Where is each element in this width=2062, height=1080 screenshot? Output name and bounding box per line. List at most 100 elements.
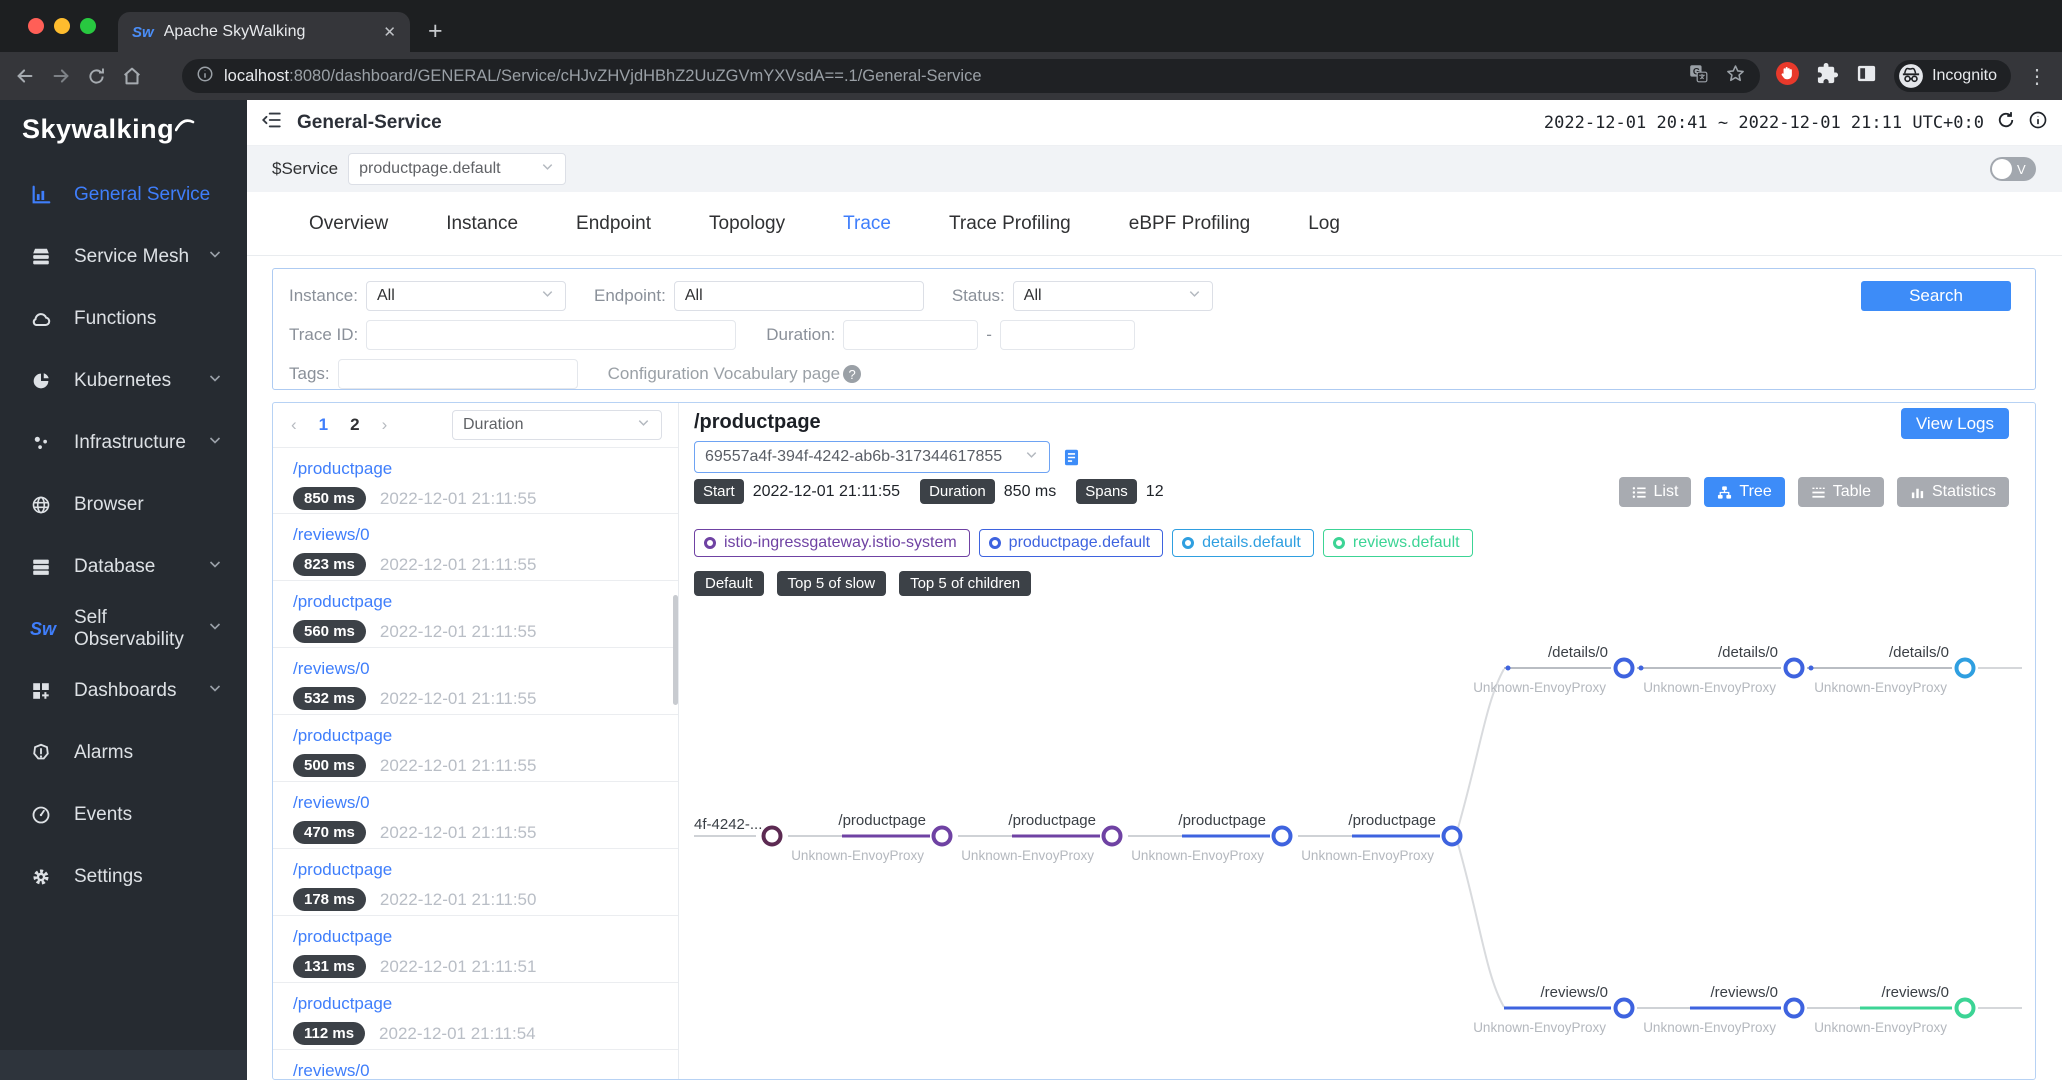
- trace-list-item[interactable]: /reviews/0823 ms2022-12-01 21:11:55: [273, 514, 678, 581]
- sort-select[interactable]: Duration: [452, 410, 662, 440]
- sidebar-item-self-observability[interactable]: SwSelf Observability: [0, 598, 247, 660]
- mode-top-5-of-children[interactable]: Top 5 of children: [899, 571, 1031, 596]
- browser-menu-icon[interactable]: ⋮: [2027, 64, 2048, 89]
- trace-span-node[interactable]: [1786, 660, 1803, 677]
- trace-id-select[interactable]: 69557a4f-394f-4242-ab6b-317344617855: [694, 441, 1050, 473]
- view-tree-button[interactable]: Tree: [1704, 477, 1784, 507]
- trace-list-item[interactable]: /productpage500 ms2022-12-01 21:11:55: [273, 715, 678, 782]
- trace-list-item[interactable]: /productpage178 ms2022-12-01 21:11:50: [273, 849, 678, 916]
- back-icon[interactable]: [14, 65, 36, 87]
- trace-list-item[interactable]: /reviews/0470 ms2022-12-01 21:11:55: [273, 782, 678, 849]
- tab-ebpf-profiling[interactable]: eBPF Profiling: [1129, 213, 1250, 235]
- window-zoom-button[interactable]: [80, 18, 96, 34]
- status-select[interactable]: All: [1013, 281, 1213, 311]
- incognito-badge[interactable]: Incognito: [1894, 60, 2011, 92]
- trace-endpoint-link[interactable]: /reviews/0: [293, 659, 678, 679]
- tab-trace-profiling[interactable]: Trace Profiling: [949, 213, 1071, 235]
- duration-min-input[interactable]: [843, 320, 978, 350]
- trace-span-node[interactable]: [1274, 828, 1291, 845]
- trace-endpoint-link[interactable]: /reviews/0: [293, 525, 678, 545]
- reload-icon[interactable]: [86, 66, 107, 87]
- tags-input[interactable]: [338, 359, 578, 389]
- trace-span-node[interactable]: [1444, 828, 1461, 845]
- trace-endpoint-link[interactable]: /reviews/0: [293, 1061, 678, 1079]
- side-panel-icon[interactable]: [1855, 62, 1878, 90]
- version-toggle[interactable]: V: [1990, 157, 2036, 181]
- vocabulary-link[interactable]: Configuration Vocabulary page: [608, 364, 841, 384]
- trace-list-item[interactable]: /reviews/0: [273, 1050, 678, 1079]
- forward-icon[interactable]: [50, 65, 72, 87]
- trace-endpoint-link[interactable]: /reviews/0: [293, 793, 678, 813]
- sidebar-item-browser[interactable]: Browser: [0, 474, 247, 536]
- tab-endpoint[interactable]: Endpoint: [576, 213, 651, 235]
- legend-chip-istio-ingressgateway-istio-system[interactable]: istio-ingressgateway.istio-system: [694, 529, 970, 557]
- mode-default[interactable]: Default: [694, 571, 764, 596]
- help-icon[interactable]: ?: [843, 365, 861, 383]
- sidebar-item-events[interactable]: Events: [0, 784, 247, 846]
- trace-span-node[interactable]: [934, 828, 951, 845]
- trace-endpoint-link[interactable]: /productpage: [293, 927, 678, 947]
- sidebar-item-alarms[interactable]: Alarms: [0, 722, 247, 784]
- translate-icon[interactable]: G: [1688, 63, 1709, 89]
- window-minimize-button[interactable]: [54, 18, 70, 34]
- extensions-puzzle-icon[interactable]: [1816, 62, 1839, 90]
- trace-span-node[interactable]: [1616, 660, 1633, 677]
- sidebar-item-functions[interactable]: Functions: [0, 288, 247, 350]
- trace-endpoint-link[interactable]: /productpage: [293, 726, 678, 746]
- list-scrollbar[interactable]: [673, 595, 678, 705]
- trace-endpoint-link[interactable]: /productpage: [293, 459, 678, 479]
- sidebar-item-dashboards[interactable]: Dashboards: [0, 660, 247, 722]
- view-list-button[interactable]: List: [1619, 477, 1692, 507]
- sidebar-footer[interactable]: [0, 1050, 247, 1080]
- sidebar-item-service-mesh[interactable]: Service Mesh: [0, 226, 247, 288]
- trace-id-input[interactable]: [366, 320, 736, 350]
- duration-max-input[interactable]: [1000, 320, 1135, 350]
- pager-page-2[interactable]: 2: [350, 415, 359, 435]
- service-select[interactable]: productpage.default: [348, 153, 566, 185]
- home-icon[interactable]: [121, 65, 143, 87]
- trace-span-node[interactable]: [1616, 1000, 1633, 1017]
- sidebar-item-infrastructure[interactable]: Infrastructure: [0, 412, 247, 474]
- site-info-icon[interactable]: [196, 65, 214, 88]
- search-button[interactable]: Search: [1861, 281, 2011, 311]
- copy-trace-id-icon[interactable]: [1062, 448, 1081, 467]
- trace-list-item[interactable]: /reviews/0532 ms2022-12-01 21:11:55: [273, 648, 678, 715]
- mode-top-5-of-slow[interactable]: Top 5 of slow: [777, 571, 887, 596]
- info-icon[interactable]: [2028, 110, 2048, 135]
- legend-chip-details-default[interactable]: details.default: [1172, 529, 1314, 557]
- tab-instance[interactable]: Instance: [446, 213, 518, 235]
- trace-list-item[interactable]: /productpage112 ms2022-12-01 21:11:54: [273, 983, 678, 1050]
- sidebar-item-kubernetes[interactable]: Kubernetes: [0, 350, 247, 412]
- legend-chip-productpage-default[interactable]: productpage.default: [979, 529, 1163, 557]
- trace-list-item[interactable]: /productpage850 ms2022-12-01 21:11:55: [273, 447, 678, 514]
- view-logs-button[interactable]: View Logs: [1901, 408, 2009, 439]
- sidebar-item-settings[interactable]: Settings: [0, 846, 247, 908]
- trace-span-node[interactable]: [1957, 660, 1974, 677]
- browser-tab[interactable]: Sw Apache SkyWalking ✕: [118, 12, 410, 52]
- bookmark-star-icon[interactable]: [1725, 63, 1746, 89]
- trace-span-node[interactable]: [1957, 1000, 1974, 1017]
- content-blocker-icon[interactable]: [1775, 61, 1800, 91]
- new-tab-button[interactable]: +: [428, 16, 443, 46]
- time-range[interactable]: 2022-12-01 20:41 ~ 2022-12-01 21:11 UTC+…: [1544, 113, 1984, 133]
- sidebar-item-general-service[interactable]: General Service: [0, 164, 247, 226]
- trace-span-node[interactable]: [1786, 1000, 1803, 1017]
- endpoint-input[interactable]: [674, 281, 924, 311]
- trace-list-item[interactable]: /productpage560 ms2022-12-01 21:11:55: [273, 581, 678, 648]
- tab-trace[interactable]: Trace: [843, 213, 891, 235]
- window-close-button[interactable]: [28, 18, 44, 34]
- collapse-menu-icon[interactable]: [261, 109, 283, 136]
- refresh-icon[interactable]: [1996, 110, 2016, 135]
- tab-close-icon[interactable]: ✕: [383, 23, 396, 41]
- instance-select[interactable]: All: [366, 281, 566, 311]
- legend-chip-reviews-default[interactable]: reviews.default: [1323, 529, 1473, 557]
- view-statistics-button[interactable]: Statistics: [1897, 477, 2009, 507]
- trace-endpoint-link[interactable]: /productpage: [293, 860, 678, 880]
- trace-span-node[interactable]: [1104, 828, 1121, 845]
- tab-overview[interactable]: Overview: [309, 213, 388, 235]
- pager-page-1[interactable]: 1: [319, 415, 328, 435]
- url-bar[interactable]: localhost:8080/dashboard/GENERAL/Service…: [182, 59, 1760, 93]
- sidebar-item-database[interactable]: Database: [0, 536, 247, 598]
- pager-next-icon[interactable]: ›: [382, 415, 388, 435]
- trace-endpoint-link[interactable]: /productpage: [293, 592, 678, 612]
